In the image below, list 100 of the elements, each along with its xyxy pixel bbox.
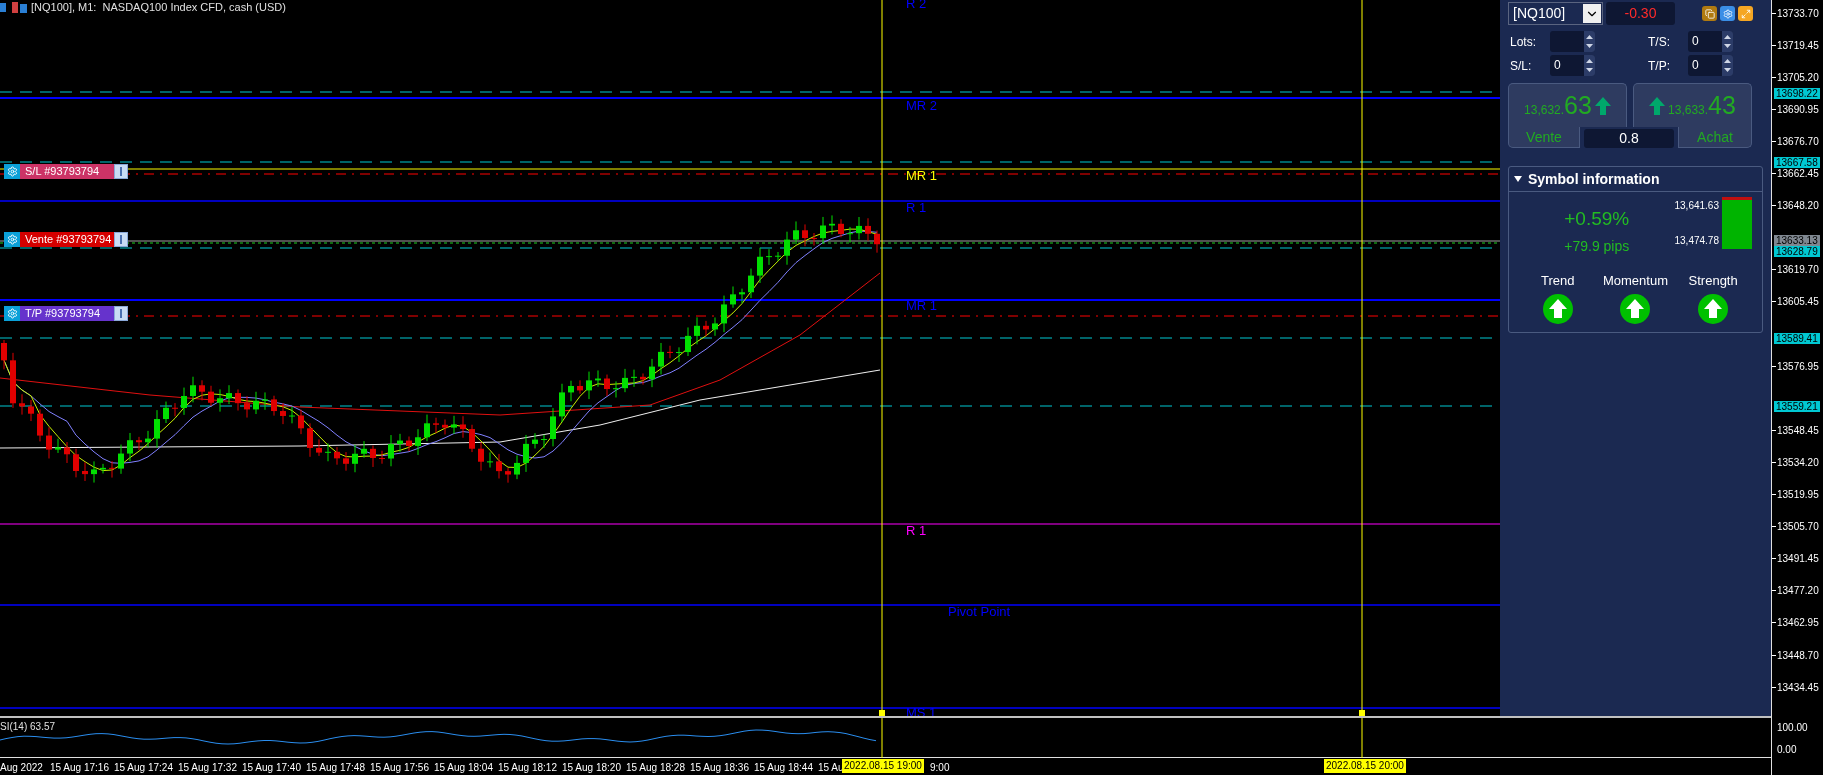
time-label: 15 Aug 17:56 (370, 761, 429, 775)
indicator-tick: 0.00 (1777, 743, 1797, 757)
buy-button[interactable]: Achat (1678, 127, 1752, 148)
price-tick: 13548.45 (1777, 423, 1819, 438)
spinner-icon[interactable] (1584, 31, 1595, 52)
sell-button[interactable]: Vente (1508, 127, 1580, 148)
order-tag-label: S/L #93793794 (20, 164, 114, 179)
chart-title: [NQ100], M1: NASDAQ100 Index CFD, cash (USD) (31, 0, 286, 15)
price-tick: 13690.95 (1777, 102, 1819, 117)
price-text: 13,633.43 (1668, 90, 1736, 121)
field-label: Lots: (1510, 33, 1537, 51)
field-label: S/L: (1510, 57, 1533, 75)
time-label: 15 Aug 18:44 (754, 761, 813, 775)
price-tick: 13519.95 (1777, 488, 1819, 502)
cursor-time-label: 2022.08.15 20:00 (1324, 759, 1406, 773)
indicator-tick: 100.00 (1777, 721, 1808, 735)
price-tick: 13719.45 (1777, 38, 1819, 53)
price-tick: 13448.70 (1777, 648, 1819, 663)
sl-tag[interactable]: S/L #93793794 (4, 164, 128, 179)
time-label: 15 Aug 18:12 (498, 761, 557, 775)
level-label: R 1 (906, 524, 927, 538)
expand-icon[interactable] (1738, 6, 1753, 21)
level-label: MR 1 (906, 299, 938, 313)
indicator-label: SI(14) 63.57 (0, 720, 56, 734)
price-tick: 13605.45 (1777, 295, 1819, 310)
field-label: T/S: (1648, 33, 1671, 51)
price-tick: 13505.70 (1777, 520, 1819, 535)
order-tag-label: Vente #93793794 (20, 232, 114, 247)
price-tick: 13733.70 (1777, 6, 1819, 21)
time-label: 15 Aug 18:04 (434, 761, 493, 775)
up-arrow-icon (1649, 96, 1666, 115)
section-title: Symbol information (1528, 169, 1660, 189)
buy-price-button[interactable]: 13,633.43 (1633, 83, 1752, 127)
change-value: -0.30 (1606, 2, 1675, 25)
price-tick: 13462.95 (1777, 616, 1819, 631)
field-label: T/P: (1648, 57, 1671, 75)
settings-icon[interactable] (4, 164, 20, 179)
price-tag: 13698.22 (1774, 88, 1820, 99)
time-label: 15 Aug 17:32 (178, 761, 237, 775)
level-label: R 1 (906, 201, 927, 215)
time-label: 15 Aug 17:48 (306, 761, 365, 775)
cursor-line (881, 718, 883, 758)
number-field[interactable]: 0 (1688, 31, 1733, 52)
sell-price-button[interactable]: 13,632.63 (1508, 83, 1627, 127)
time-label: 9:00 (930, 761, 950, 775)
spread-value: 0.8 (1584, 129, 1674, 148)
time-label: 15 Aug 17:24 (114, 761, 173, 775)
price-tick: 13434.45 (1777, 680, 1819, 695)
price-tick: 13534.20 (1777, 455, 1819, 470)
price-tick: 13676.70 (1777, 134, 1819, 149)
tp-tag[interactable]: T/P #93793794 (4, 306, 128, 321)
level-label: Pivot Point (948, 605, 1011, 619)
drag-handle-icon[interactable] (114, 306, 128, 321)
level-label: MR 2 (906, 99, 938, 113)
price-tag: 13667.58 (1774, 157, 1820, 168)
time-label: 15 Aug 18:36 (690, 761, 749, 775)
indicator-label: Trend (1541, 271, 1575, 290)
time-label: 15 Aug 18:20 (562, 761, 621, 775)
spinner-icon[interactable] (1722, 55, 1733, 76)
drag-handle-icon[interactable] (114, 232, 128, 247)
indicator-label: Strength (1688, 271, 1738, 290)
time-label: 15 Aug 17:40 (242, 761, 301, 775)
level-label: MR 1 (906, 169, 938, 183)
spinner-icon[interactable] (1722, 31, 1733, 52)
order-tag-label: T/P #93793794 (20, 306, 114, 321)
high-price: 13,641.63 (1674, 199, 1719, 213)
price-tag: 13589.41 (1774, 333, 1820, 344)
cursor-line (1361, 718, 1363, 758)
settings-icon[interactable] (1720, 6, 1735, 21)
chart-icon (0, 1, 28, 13)
drag-handle-icon[interactable] (114, 164, 128, 179)
settings-icon[interactable] (4, 232, 20, 247)
copy-icon[interactable] (1702, 6, 1717, 21)
indicator-label: Momentum (1602, 271, 1668, 290)
time-label: 15 Aug 18:28 (626, 761, 685, 775)
number-field[interactable]: 0 (1688, 55, 1733, 76)
low-price: 13,474.78 (1674, 234, 1719, 248)
price-tag: 13628.79 (1774, 246, 1820, 257)
symbol-dropdown[interactable]: [NQ100] (1508, 2, 1603, 25)
price-text: 13,632.63 (1524, 90, 1592, 121)
settings-icon[interactable] (4, 306, 20, 321)
price-tick: 13705.20 (1777, 70, 1819, 85)
spinner-icon[interactable] (1584, 55, 1595, 76)
time-label: 15 Aug 17:16 (50, 761, 109, 775)
number-field[interactable]: 0 (1550, 55, 1595, 76)
up-arrow-icon (1594, 96, 1611, 115)
price-tick: 13648.20 (1777, 199, 1819, 214)
price-tick: 13619.70 (1777, 263, 1819, 278)
price-tick: 13477.20 (1777, 584, 1819, 599)
price-tick: 13662.45 (1777, 167, 1819, 181)
price-tick: 13491.45 (1777, 552, 1819, 567)
percent-change: +0.59% (1564, 207, 1630, 231)
time-label: Aug 2022 (0, 761, 43, 775)
sell-order-tag[interactable]: Vente #93793794 (4, 232, 128, 247)
caret-icon[interactable] (1514, 176, 1522, 182)
cursor-time-label: 2022.08.15 19:00 (842, 759, 924, 773)
price-tag: 13559.21 (1774, 401, 1820, 412)
range-bar-icon (1722, 197, 1752, 249)
chevron-down-icon (1583, 4, 1601, 23)
number-field[interactable] (1550, 31, 1595, 52)
